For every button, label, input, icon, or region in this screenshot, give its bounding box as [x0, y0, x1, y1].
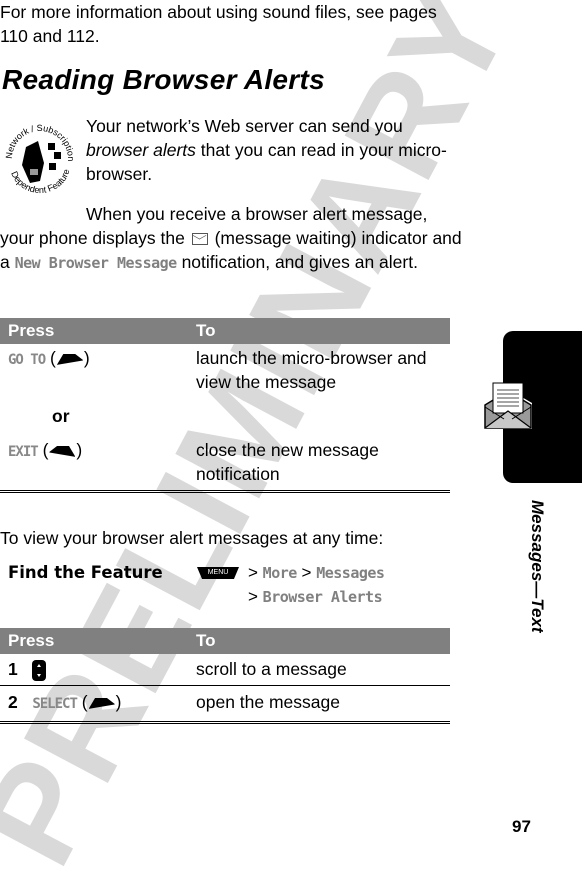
go-to-key-label: GO TO — [8, 352, 46, 368]
new-browser-message-display-text: New Browser Message — [14, 254, 178, 272]
browser-alerts-term: browser alerts — [86, 140, 196, 160]
left-soft-key-icon — [49, 445, 76, 457]
or-separator: or — [52, 406, 70, 426]
path-separator: > — [248, 587, 258, 606]
table-row-separator: or — [0, 394, 450, 428]
exit-action: close the new message notification — [196, 428, 450, 493]
step-number: 1 — [8, 659, 18, 679]
chapter-title: Messages—Text — [528, 500, 547, 633]
message-envelope-icon — [484, 382, 532, 429]
browser-alerts-description: Your network’s Web server can send you b… — [86, 114, 466, 186]
column-header-to: To — [196, 628, 450, 654]
menu-path-more: More — [262, 564, 298, 582]
para1-text: Your network’s Web server can send you — [86, 116, 403, 136]
find-the-feature: Find the Feature MENU > More > Messages … — [8, 563, 458, 613]
path-separator: > — [248, 563, 258, 582]
table-row: EXIT () close the new message notificati… — [0, 428, 450, 493]
exit-key-label: EXIT — [8, 444, 39, 460]
intro-text: For more information about using sound f… — [0, 2, 437, 46]
step-number: 2 — [8, 692, 18, 712]
table-row: 2 SELECT () open the message — [0, 685, 450, 724]
menu-path-messages: Messages — [316, 564, 385, 582]
network-subscription-dependent-feature-icon: Network / Subscription Dependent Feature — [4, 123, 74, 195]
page-number: 97 — [512, 817, 531, 836]
column-header-press: Press — [0, 318, 196, 344]
press-to-table-1: Press To GO TO () launch the micro-brows… — [0, 318, 450, 493]
right-soft-key-icon — [88, 697, 115, 709]
menu-key-icon: MENU — [197, 567, 239, 579]
scroll-action: scroll to a message — [196, 654, 450, 686]
section-title: Reading Browser Alerts — [2, 64, 325, 95]
menu-path-browser-alerts: Browser Alerts — [262, 588, 383, 606]
menu-path-line-2: > Browser Alerts — [248, 587, 383, 607]
go-to-action: launch the micro-browser and view the me… — [196, 348, 427, 392]
table-row: 1 scroll to a message — [0, 654, 450, 686]
path-separator: > — [301, 563, 312, 582]
table-row: GO TO () launch the micro-browser and vi… — [0, 344, 450, 394]
press-to-table-2: Press To 1 scroll to a message 2 SELECT … — [0, 628, 450, 724]
to-view-text: To view your browser alert messages at a… — [0, 528, 384, 548]
message-waiting-icon — [191, 233, 208, 246]
select-key-label: SELECT — [32, 696, 78, 712]
right-soft-key-icon — [56, 353, 83, 365]
menu-path-line-1: > More > Messages — [248, 563, 385, 583]
column-header-to: To — [196, 318, 450, 344]
column-header-press: Press — [0, 628, 196, 654]
para2-text-end: notification, and gives an alert. — [176, 252, 418, 272]
browser-alert-receive-description: When you receive a browser alert message… — [0, 202, 465, 275]
select-action: open the message — [196, 685, 450, 724]
find-the-feature-label: Find the Feature — [8, 563, 163, 582]
scroll-key-icon — [31, 659, 46, 681]
